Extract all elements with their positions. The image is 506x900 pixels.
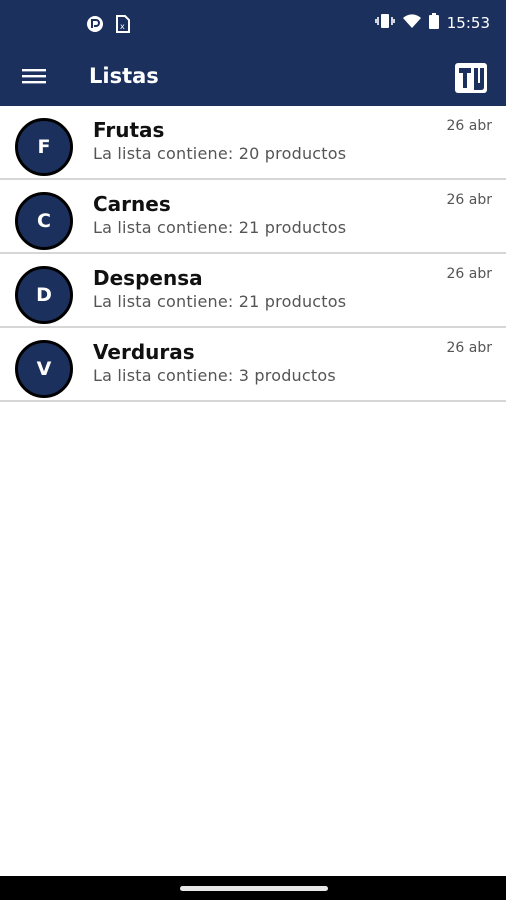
list-item-despensa[interactable]: D Despensa La lista contiene: 21 product… <box>0 254 506 328</box>
status-left-icons: x <box>86 15 130 37</box>
list-item-subtitle-prefix: La lista contiene: <box>93 292 234 311</box>
list-item-subtitle-prefix: La lista contiene: <box>93 144 234 163</box>
list-item-product-count: 20 productos <box>238 144 347 163</box>
list-item-subtitle: La lista contiene: 3 productos <box>93 366 336 385</box>
wifi-icon <box>402 13 421 33</box>
home-gesture-handle[interactable] <box>180 886 328 891</box>
list-item-date: 26 abr <box>446 340 493 356</box>
list-item-product-count: 21 productos <box>238 292 347 311</box>
list-item-verduras[interactable]: V Verduras La lista contiene: 3 producto… <box>0 328 506 402</box>
status-time: 15:53 <box>446 14 490 32</box>
list-item-subtitle: La lista contiene: 21 productos <box>93 292 346 311</box>
avatar: D <box>15 266 73 324</box>
page-title: Listas <box>89 64 159 88</box>
shopping-lists: F Frutas La lista contiene: 20 productos… <box>0 106 506 402</box>
list-item-subtitle-prefix: La lista contiene: <box>93 366 234 385</box>
app-logo-icon[interactable] <box>454 62 488 94</box>
app-bar: Listas <box>0 50 506 106</box>
list-item-frutas[interactable]: F Frutas La lista contiene: 20 productos… <box>0 106 506 180</box>
system-navigation-bar <box>0 876 506 900</box>
hamburger-menu-icon <box>22 67 46 89</box>
avatar: V <box>15 340 73 398</box>
status-bar: x 15:53 <box>0 0 506 50</box>
hamburger-menu-button[interactable] <box>14 58 54 98</box>
status-right-icons: 15:53 <box>374 13 490 33</box>
list-item-title: Frutas <box>93 118 165 142</box>
list-item-date: 26 abr <box>446 118 493 134</box>
list-item-subtitle: La lista contiene: 21 productos <box>93 218 346 237</box>
list-item-title: Verduras <box>93 340 195 364</box>
vibrate-icon <box>374 13 395 33</box>
avatar: C <box>15 192 73 250</box>
list-item-subtitle-prefix: La lista contiene: <box>93 218 234 237</box>
battery-icon <box>428 13 439 33</box>
app-notification-icon <box>86 15 104 37</box>
list-item-carnes[interactable]: C Carnes La lista contiene: 21 productos… <box>0 180 506 254</box>
list-item-title: Carnes <box>93 192 171 216</box>
list-item-date: 26 abr <box>446 192 493 208</box>
list-item-title: Despensa <box>93 266 203 290</box>
list-item-product-count: 3 productos <box>238 366 336 385</box>
sim-card-icon: x <box>116 15 130 37</box>
avatar: F <box>15 118 73 176</box>
list-item-subtitle: La lista contiene: 20 productos <box>93 144 346 163</box>
list-item-date: 26 abr <box>446 266 493 282</box>
svg-text:x: x <box>120 22 125 31</box>
list-item-product-count: 21 productos <box>238 218 347 237</box>
